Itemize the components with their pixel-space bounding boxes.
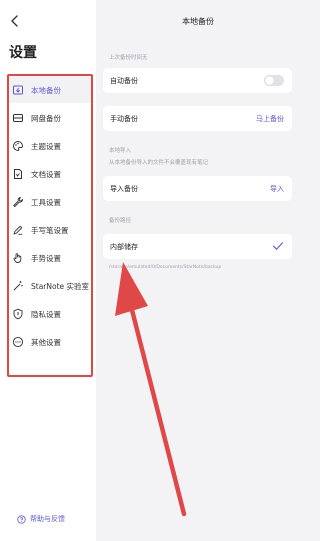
sidebar-item-label: StarNote 实验室: [31, 281, 90, 291]
sidebar-item-gesture[interactable]: 手势设置: [9, 245, 91, 271]
sidebar-item-stylus[interactable]: 手写笔设置: [9, 217, 91, 243]
sidebar-item-other[interactable]: 其他设置: [9, 329, 91, 355]
settings-nav: 本地备份 网盘备份 主题设置 文档设置 工具设置 手写笔设置 手势设置 Star…: [7, 74, 93, 377]
sidebar-item-label: 本地备份: [31, 85, 61, 95]
sidebar-item-label: 手势设置: [31, 253, 61, 263]
auto-backup-label: 自动备份: [110, 77, 138, 85]
internal-storage-label: 内部储存: [110, 243, 138, 251]
help-label: 帮助与反馈: [30, 515, 65, 523]
sidebar: 设置 本地备份 网盘备份 主题设置 文档设置 工具设置 手写笔设置 手势设置 S…: [0, 0, 96, 541]
sidebar-item-tools[interactable]: 工具设置: [9, 189, 91, 215]
last-backup-label: 上次备份时间无: [109, 55, 148, 61]
sidebar-item-label: 手写笔设置: [31, 225, 69, 235]
help-icon: [17, 514, 26, 524]
local-backup-icon: [11, 83, 25, 97]
page-title: 本地备份: [182, 17, 214, 26]
local-import-section-label: 本地导入: [109, 148, 132, 154]
checkmark-icon: [272, 242, 284, 250]
back-arrow-icon[interactable]: [8, 13, 22, 29]
magic-wand-icon: [11, 279, 25, 293]
hand-gesture-icon: [11, 251, 25, 265]
sidebar-item-privacy[interactable]: 隐私设置: [9, 301, 91, 327]
internal-storage-row[interactable]: 内部储存: [103, 234, 292, 259]
main-panel: 本地备份 上次备份时间无 自动备份 手动备份 马上备份 本地导入 从本地备份导入…: [96, 0, 300, 541]
sidebar-item-cloud-backup[interactable]: 网盘备份: [9, 105, 91, 131]
settings-title: 设置: [9, 45, 37, 61]
cloud-drive-icon: [11, 111, 25, 125]
manual-backup-label: 手动备份: [110, 115, 138, 123]
local-import-note: 从本地备份导入的文件不会覆盖现有笔记: [109, 160, 209, 166]
auto-backup-row: 自动备份: [103, 68, 292, 93]
backup-path-section-label: 备份路径: [109, 218, 132, 224]
backup-now-button[interactable]: 马上备份: [256, 114, 284, 124]
import-button[interactable]: 导入: [270, 184, 284, 194]
wrench-icon: [11, 195, 25, 209]
palette-icon: [11, 139, 25, 153]
sidebar-item-label: 网盘备份: [31, 113, 61, 123]
auto-backup-toggle[interactable]: [264, 75, 284, 86]
help-feedback-link[interactable]: 帮助与反馈: [17, 514, 65, 524]
document-icon: [11, 167, 25, 181]
sidebar-item-label: 其他设置: [31, 337, 61, 347]
toggle-knob: [265, 76, 274, 85]
sidebar-item-label: 隐私设置: [31, 309, 61, 319]
sidebar-item-label: 工具设置: [31, 197, 61, 207]
more-icon: [11, 335, 25, 349]
import-backup-row: 导入备份 导入: [103, 176, 292, 201]
sidebar-item-label: 主题设置: [31, 141, 61, 151]
shield-icon: [11, 307, 25, 321]
sidebar-item-lab[interactable]: StarNote 实验室: [9, 273, 91, 299]
sidebar-item-document[interactable]: 文档设置: [9, 161, 91, 187]
backup-path-text: /storage/emulated/0/Documents/StarNote/b…: [109, 265, 222, 270]
sidebar-item-label: 文档设置: [31, 169, 61, 179]
sidebar-item-theme[interactable]: 主题设置: [9, 133, 91, 159]
stylus-icon: [11, 223, 25, 237]
sidebar-item-local-backup[interactable]: 本地备份: [9, 77, 91, 103]
import-backup-label: 导入备份: [110, 185, 138, 193]
manual-backup-row: 手动备份 马上备份: [103, 106, 292, 131]
